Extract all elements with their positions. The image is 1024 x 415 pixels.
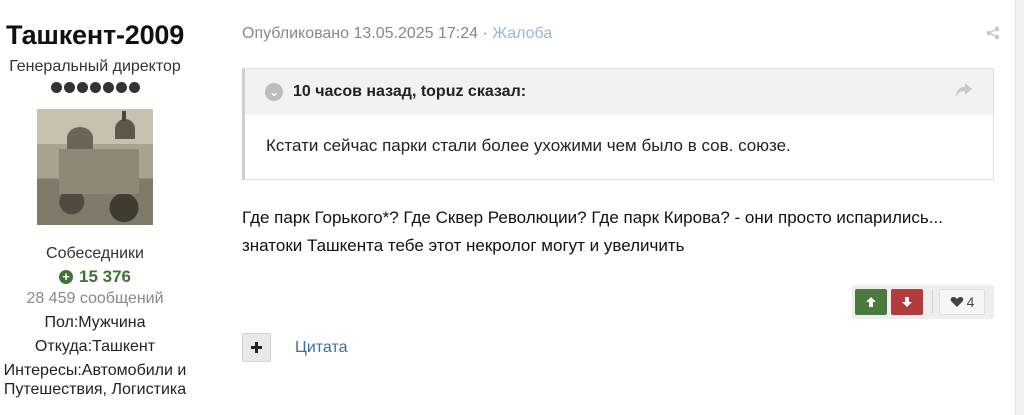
scrollbar[interactable] xyxy=(1015,0,1024,415)
post-text-line: знатоки Ташкента тебе этот некролог могу… xyxy=(242,236,685,255)
vote-up-button[interactable] xyxy=(855,289,887,315)
meta-separator: · xyxy=(482,25,488,42)
rank-dot xyxy=(50,82,62,93)
rank-dot xyxy=(102,82,114,93)
author-gender: Пол:Мужчина xyxy=(44,314,146,331)
author-location: Откуда:Ташкент xyxy=(34,338,156,355)
reaction-bar: 4 xyxy=(852,285,994,319)
rank-dot xyxy=(128,82,140,93)
report-link[interactable]: Жалоба xyxy=(492,25,552,42)
post-content: Где парк Горького*? Где Сквер Революции?… xyxy=(242,204,1002,260)
author-group: Собеседники xyxy=(46,245,144,262)
post-meta: Опубликовано 13.05.2025 17:24 · Жалоба xyxy=(242,25,552,43)
arrow-down-icon xyxy=(902,297,912,307)
post-date: Опубликовано 13.05.2025 17:24 xyxy=(242,25,479,42)
rank-dot xyxy=(63,82,75,93)
avatar[interactable] xyxy=(37,109,153,225)
multiquote-button[interactable] xyxy=(242,333,271,362)
like-button[interactable]: 4 xyxy=(939,289,985,315)
arrow-up-icon xyxy=(866,297,876,307)
post-text-line: Где парк Горького*? Где Сквер Революции?… xyxy=(242,208,943,227)
author-reputation: + 15 376 xyxy=(0,267,190,287)
quote-link[interactable]: Цитата xyxy=(295,339,348,357)
reputation-value: 15 376 xyxy=(79,267,131,286)
quote-text: Кстати сейчас парки стали более ухожими … xyxy=(266,136,791,155)
plus-circle-icon: + xyxy=(59,270,73,284)
share-arrow-icon[interactable] xyxy=(955,82,973,103)
rank-dot xyxy=(115,82,127,93)
vote-down-button[interactable] xyxy=(891,289,923,315)
author-panel: Ташкент-2009 Генеральный директор Собесе… xyxy=(0,0,190,399)
share-icon[interactable] xyxy=(986,26,1000,45)
quote-citation: 10 часов назад, topuz сказал: xyxy=(293,83,527,100)
rank-dot xyxy=(89,82,101,93)
chevron-down-icon[interactable]: ⌄ xyxy=(265,83,283,101)
author-title: Генеральный директор xyxy=(9,58,181,75)
quote-header: ⌄ 10 часов назад, topuz сказал: xyxy=(245,69,993,115)
rank-dot xyxy=(76,82,88,93)
author-interests: Интересы:Автомобили и Путешествия, Логист… xyxy=(3,362,187,398)
rank-dots xyxy=(0,82,190,93)
heart-icon xyxy=(950,297,963,307)
plus-icon xyxy=(251,342,262,353)
quote-block: ⌄ 10 часов назад, topuz сказал: Кстати с… xyxy=(242,68,994,180)
divider xyxy=(932,290,933,314)
author-post-count: 28 459 сообщений xyxy=(26,290,164,307)
author-name[interactable]: Ташкент-2009 xyxy=(0,18,190,52)
like-count: 4 xyxy=(966,294,975,310)
